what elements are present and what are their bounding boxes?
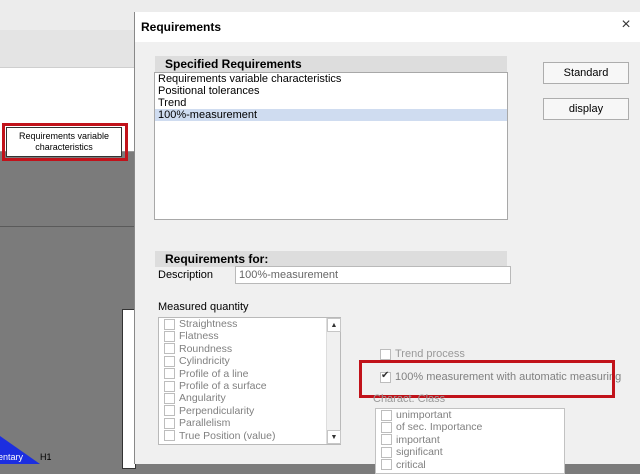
item-label: important <box>396 433 440 446</box>
item-label: Perpendicularity <box>179 404 255 417</box>
scroll-down-icon[interactable]: ▼ <box>327 430 341 444</box>
checkbox[interactable] <box>164 355 175 367</box>
trend-process-label: Trend process <box>395 348 465 360</box>
item-label: Profile of a line <box>179 367 249 380</box>
trend-process-option[interactable]: Trend process <box>375 348 465 360</box>
list-item[interactable]: Cylindricity <box>159 355 340 367</box>
list-item[interactable]: Profile of a surface <box>159 380 340 392</box>
item-label: Angularity <box>179 392 226 405</box>
checkbox[interactable] <box>164 430 175 442</box>
close-icon[interactable]: × <box>617 16 635 34</box>
h1-label: H1 <box>40 452 52 462</box>
checkbox[interactable] <box>381 446 392 458</box>
checkbox[interactable] <box>164 417 175 429</box>
list-item[interactable]: Positional tolerances <box>155 85 507 97</box>
item-label: Cylindricity <box>179 355 230 368</box>
checkbox[interactable] <box>164 405 175 417</box>
item-label: unimportant <box>396 409 452 421</box>
complementary-label: entary <box>0 452 24 462</box>
list-item[interactable]: unimportant <box>376 409 564 421</box>
checkbox[interactable] <box>381 422 392 434</box>
list-item[interactable]: Flatness <box>159 330 340 342</box>
item-label: True Position (value) <box>179 429 276 442</box>
checkbox[interactable] <box>381 459 392 471</box>
measured-quantity-scrollbar[interactable]: ▲ ▼ <box>326 318 341 444</box>
list-item[interactable]: Parallelism <box>159 417 340 429</box>
app-divider-line <box>0 226 135 227</box>
list-item[interactable]: Trend <box>155 97 507 109</box>
list-item[interactable]: Profile of a line <box>159 368 340 380</box>
dialog-body: Specified Requirements Requirements vari… <box>135 42 640 474</box>
item-label: Profile of a surface <box>179 379 267 392</box>
checkbox[interactable] <box>381 409 392 421</box>
list-item[interactable]: Perpendicularity <box>159 405 340 417</box>
list-item[interactable]: important <box>376 434 564 446</box>
checkbox[interactable] <box>164 393 175 405</box>
list-item-selected[interactable]: 100%-measurement <box>155 109 507 121</box>
checkbox[interactable] <box>164 318 175 330</box>
checkbox[interactable] <box>164 380 175 392</box>
measured-quantity-label: Measured quantity <box>158 301 249 313</box>
display-button[interactable]: display <box>543 98 629 120</box>
list-item[interactable]: Angularity <box>159 392 340 404</box>
dialog-title: Requirements <box>141 20 222 34</box>
list-item[interactable]: True Position (value) <box>159 430 340 442</box>
checkbox[interactable] <box>164 331 175 343</box>
list-item[interactable]: Straightness <box>159 318 340 330</box>
scroll-up-icon[interactable]: ▲ <box>327 318 341 332</box>
list-item[interactable]: Roundness <box>159 343 340 355</box>
charact-class-label: Charact. Class <box>373 393 446 405</box>
item-label: Flatness <box>179 330 219 343</box>
measured-quantity-list[interactable]: Straightness Flatness Roundness Cylindri… <box>158 317 341 445</box>
item-label: Parallelism <box>179 417 231 430</box>
list-item[interactable]: significant <box>376 446 564 458</box>
item-label: Roundness <box>179 342 233 355</box>
specified-requirements-header: Specified Requirements <box>155 56 507 72</box>
list-item[interactable]: critical <box>376 459 564 471</box>
list-item[interactable]: of sec. Importance <box>376 421 564 433</box>
checkbox[interactable] <box>164 343 175 355</box>
highlight-box-node <box>2 123 128 161</box>
trend-process-checkbox[interactable] <box>380 348 391 360</box>
charact-class-list[interactable]: unimportant of sec. Importance important… <box>375 408 565 474</box>
description-field[interactable] <box>235 266 511 284</box>
checkbox[interactable] <box>164 368 175 380</box>
item-label: Straightness <box>179 318 238 330</box>
item-label: of sec. Importance <box>396 421 483 434</box>
requirements-for-header: Requirements for: <box>155 251 507 267</box>
standard-button[interactable]: Standard <box>543 62 629 84</box>
specified-requirements-list[interactable]: Requirements variable characteristics Po… <box>154 72 508 220</box>
item-label: critical <box>396 458 426 471</box>
description-label: Description <box>158 269 214 281</box>
item-label: significant <box>396 446 443 459</box>
list-item[interactable]: Requirements variable characteristics <box>155 73 507 85</box>
checkbox[interactable] <box>381 434 392 446</box>
requirements-dialog: Requirements × Specified Requirements Re… <box>134 12 640 474</box>
